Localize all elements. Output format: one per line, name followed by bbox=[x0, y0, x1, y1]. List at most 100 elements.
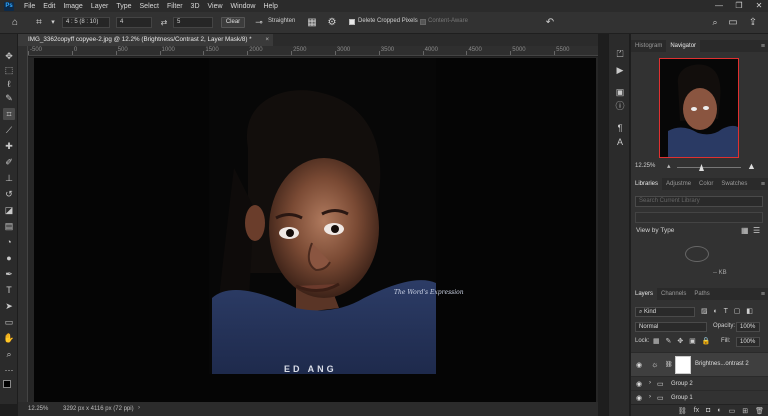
paragraph-panel-icon[interactable]: ¶ bbox=[614, 122, 626, 134]
document-canvas[interactable]: The Word's Expression ED ANG bbox=[34, 58, 596, 402]
canvas-area[interactable]: The Word's Expression ED ANG bbox=[28, 57, 598, 402]
layer-name[interactable]: Group 1 bbox=[671, 395, 693, 401]
ratio-select[interactable]: 4 : 5 (8 : 10) bbox=[62, 17, 110, 28]
menu-view[interactable]: View bbox=[204, 3, 227, 10]
zoom-level[interactable]: 12.25% bbox=[28, 406, 48, 412]
close-window-button[interactable]: ✕ bbox=[750, 0, 768, 12]
crop-tool-icon[interactable]: ⌗ bbox=[32, 15, 46, 29]
restore-button[interactable]: ❐ bbox=[730, 0, 748, 12]
info-panel-icon[interactable]: ⓘ bbox=[614, 100, 626, 112]
content-aware-label[interactable]: Content-Aware bbox=[428, 18, 468, 24]
adjustment-icon[interactable]: ◐ bbox=[717, 407, 721, 414]
panel-menu-icon[interactable]: ≡ bbox=[761, 43, 765, 50]
move-tool-icon[interactable]: ✥ bbox=[3, 50, 15, 62]
chevron-right-icon[interactable]: › bbox=[649, 380, 651, 386]
layer-name[interactable]: Brightnes...ontrast 2 bbox=[695, 361, 749, 367]
opacity-field[interactable]: 100% bbox=[736, 322, 760, 332]
swap-icon[interactable]: ⇄ bbox=[157, 15, 171, 29]
history-brush-tool-icon[interactable]: ↺ bbox=[3, 188, 15, 200]
chevron-right-icon[interactable]: › bbox=[138, 405, 140, 411]
healing-brush-tool-icon[interactable]: ✚ bbox=[3, 140, 15, 152]
character-panel-icon[interactable]: A bbox=[614, 136, 626, 148]
eye-icon[interactable]: ◉ bbox=[636, 361, 642, 369]
lock-icons[interactable]: ▦ ✎ ✥ ▣ 🔒 bbox=[653, 337, 712, 345]
menu-3d[interactable]: 3D bbox=[187, 3, 204, 10]
new-layer-icon[interactable]: ⊞ bbox=[742, 407, 748, 415]
height-field[interactable]: 5 bbox=[173, 17, 213, 28]
link-layers-icon[interactable]: ⛓ bbox=[678, 407, 687, 415]
fx-icon[interactable]: fx bbox=[694, 407, 699, 414]
eraser-tool-icon[interactable]: ◪ bbox=[3, 204, 15, 216]
tab-channels[interactable]: Channels bbox=[657, 288, 690, 300]
properties-panel-icon[interactable]: ▣ bbox=[614, 86, 626, 98]
home-icon[interactable]: ⌂ bbox=[8, 15, 22, 29]
eyedropper-tool-icon[interactable]: ⟋ bbox=[3, 124, 15, 136]
tab-layers[interactable]: Layers bbox=[631, 288, 658, 300]
gradient-tool-icon[interactable]: ▤ bbox=[3, 220, 15, 232]
menu-filter[interactable]: Filter bbox=[163, 3, 187, 10]
width-field[interactable]: 4 bbox=[116, 17, 152, 28]
layer-filter-icons[interactable]: ▨ ◐ T ▢ ◧ bbox=[701, 307, 755, 315]
layer-name[interactable]: Group 2 bbox=[671, 381, 693, 387]
tab-color[interactable]: Color bbox=[695, 178, 717, 190]
chevron-right-icon[interactable]: › bbox=[649, 394, 651, 400]
library-select[interactable] bbox=[635, 212, 763, 223]
close-tab-icon[interactable]: × bbox=[265, 34, 269, 46]
navigator-zoom[interactable]: 12.25% bbox=[635, 163, 655, 169]
clone-stamp-tool-icon[interactable]: ⊥ bbox=[3, 172, 15, 184]
tab-swatches[interactable]: Swatches bbox=[717, 178, 751, 190]
lasso-tool-icon[interactable]: ℓ bbox=[3, 78, 15, 90]
layer-filter-select[interactable]: ⌕ Kind bbox=[635, 307, 695, 317]
gear-icon[interactable]: ⚙ bbox=[325, 15, 339, 29]
library-search-input[interactable]: Search Current Library bbox=[635, 196, 763, 207]
grid-view-icon[interactable]: ▦ bbox=[741, 226, 749, 235]
trash-icon[interactable]: 🗑 bbox=[755, 407, 764, 415]
crop-tool-icon[interactable]: ⌗ bbox=[3, 108, 15, 120]
layer-row-brightness[interactable]: ◉ ☼ ⛓ Brightnes...ontrast 2 bbox=[631, 352, 768, 376]
foreground-color-swatch[interactable] bbox=[3, 380, 11, 388]
blur-tool-icon[interactable]: ◔ bbox=[3, 236, 15, 248]
menu-edit[interactable]: Edit bbox=[39, 3, 59, 10]
pen-tool-icon[interactable]: ✒ bbox=[3, 268, 15, 280]
eye-icon[interactable]: ◉ bbox=[636, 394, 642, 402]
tab-paths[interactable]: Paths bbox=[690, 288, 713, 300]
delete-cropped-checkbox[interactable] bbox=[349, 19, 355, 25]
menu-window[interactable]: Window bbox=[227, 3, 260, 10]
workspace-icon[interactable]: ▭ bbox=[726, 15, 740, 29]
layer-row-group-2[interactable]: ◉ › ▭ Group 2 bbox=[631, 376, 768, 390]
clear-button[interactable]: Clear bbox=[221, 17, 245, 28]
new-group-icon[interactable]: ▭ bbox=[729, 407, 736, 415]
menu-type[interactable]: Type bbox=[112, 3, 135, 10]
blend-mode-select[interactable]: Normal bbox=[635, 322, 707, 332]
minimize-button[interactable]: — bbox=[710, 0, 728, 12]
panel-menu-icon[interactable]: ≡ bbox=[761, 181, 765, 188]
straighten-icon[interactable]: ⊸ bbox=[252, 15, 266, 29]
tab-libraries[interactable]: Libraries bbox=[631, 178, 663, 190]
menu-help[interactable]: Help bbox=[259, 3, 281, 10]
delete-cropped-label[interactable]: Delete Cropped Pixels bbox=[358, 18, 418, 24]
menu-layer[interactable]: Layer bbox=[87, 3, 113, 10]
path-select-tool-icon[interactable]: ➤ bbox=[3, 300, 15, 312]
eye-icon[interactable]: ◉ bbox=[636, 380, 642, 388]
history-panel-icon[interactable]: ⏍ bbox=[614, 48, 626, 60]
chevron-down-icon[interactable]: ▾ bbox=[46, 15, 60, 29]
dodge-tool-icon[interactable]: ● bbox=[3, 252, 15, 264]
menu-file[interactable]: File bbox=[20, 3, 39, 10]
menu-image[interactable]: Image bbox=[59, 3, 86, 10]
layer-row-group-1[interactable]: ◉ › ▭ Group 1 bbox=[631, 390, 768, 404]
panel-menu-icon[interactable]: ≡ bbox=[761, 291, 765, 298]
play-actions-icon[interactable]: ▶ bbox=[614, 64, 626, 76]
link-icon[interactable]: ⛓ bbox=[665, 361, 673, 368]
quick-select-tool-icon[interactable]: ✎ bbox=[3, 92, 15, 104]
search-icon[interactable]: ⌕ bbox=[708, 15, 722, 29]
zoom-out-icon[interactable]: ▴ bbox=[667, 163, 671, 170]
reset-icon[interactable]: ↶ bbox=[543, 15, 557, 29]
tab-navigator[interactable]: Navigator bbox=[666, 40, 701, 52]
navigator-preview[interactable] bbox=[659, 58, 739, 158]
list-view-icon[interactable]: ☰ bbox=[753, 226, 760, 235]
share-icon[interactable]: ⇪ bbox=[746, 15, 760, 29]
menu-select[interactable]: Select bbox=[136, 3, 163, 10]
straighten-label[interactable]: Straighten bbox=[268, 18, 295, 24]
marquee-tool-icon[interactable]: ⬚ bbox=[3, 64, 15, 76]
layer-mask-thumbnail[interactable] bbox=[675, 356, 691, 374]
